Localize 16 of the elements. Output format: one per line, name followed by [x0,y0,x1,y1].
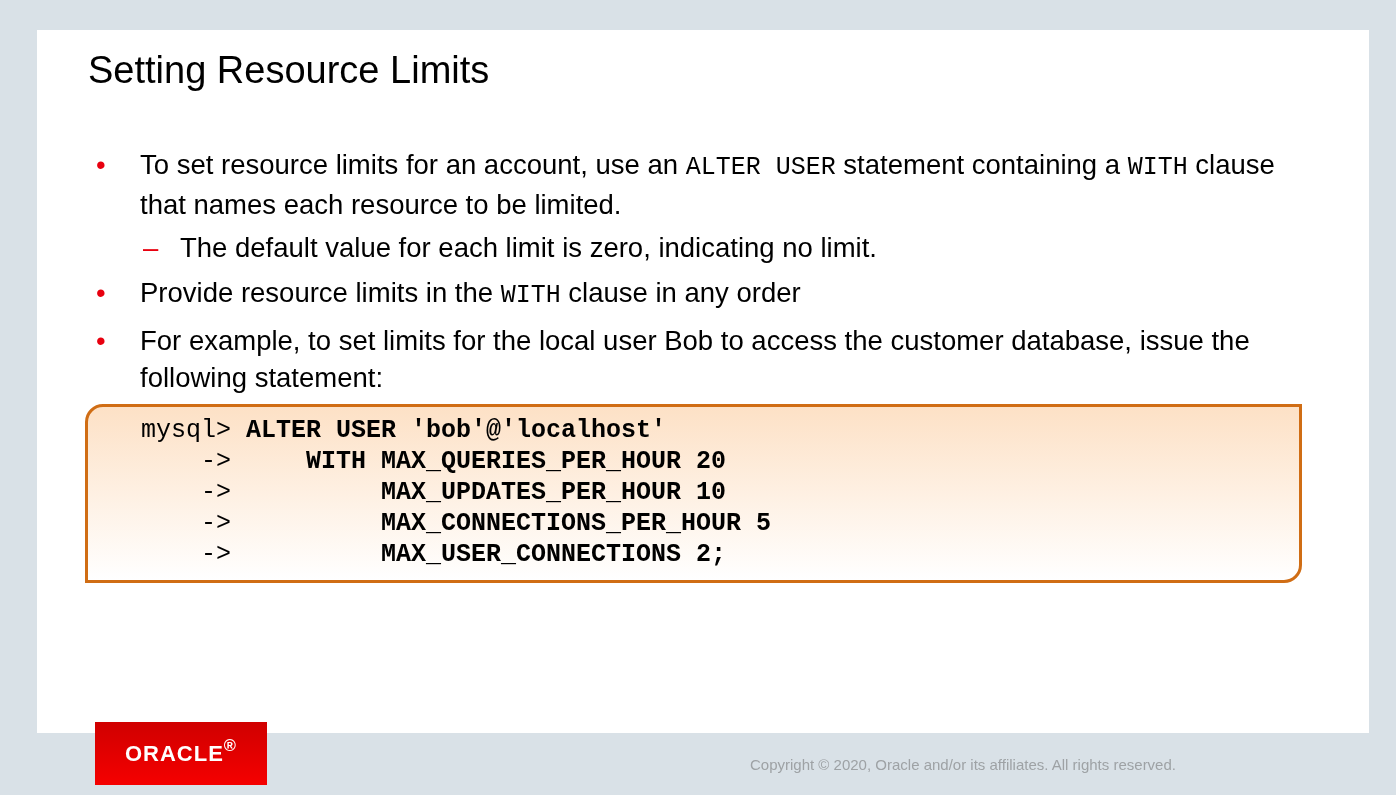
dash-marker: – [142,230,160,265]
bullet-marker: • [95,323,107,358]
code-line: -> MAX_USER_CONNECTIONS 2; [200,538,728,570]
code-line: -> MAX_UPDATES_PER_HOUR 10 [200,476,728,508]
code-line: -> WITH MAX_QUERIES_PER_HOUR 20 [200,445,728,477]
bullet-text: The default value for each limit is zero, indicating no limit. [180,230,877,265]
bullet-marker: • [95,275,107,310]
logo: ORACLE$^{®}$ [95,722,267,785]
bullet-text: To set resource limits for an account, use an ALTER USER statement containing a WITH clause that names each resource to be limited. [140,147,1276,222]
copyright-text: Copyright © 2020, Oracle and/or its affiliates. All rights reserved. [750,755,1176,775]
bullet-text: For example, to set limits for the local user Bob to access the customer database, issue the following statement: [140,323,1251,395]
bullet-marker: • [95,147,107,182]
code-line: mysql> ALTER USER 'bob'@'localhost' [141,414,668,446]
slide-title: Setting Resource Limits [88,48,491,93]
code-line: -> MAX_CONNECTIONS_PER_HOUR 5 [200,507,773,539]
bullet-text: Provide resource limits in the WITH clause in any order [140,275,801,312]
